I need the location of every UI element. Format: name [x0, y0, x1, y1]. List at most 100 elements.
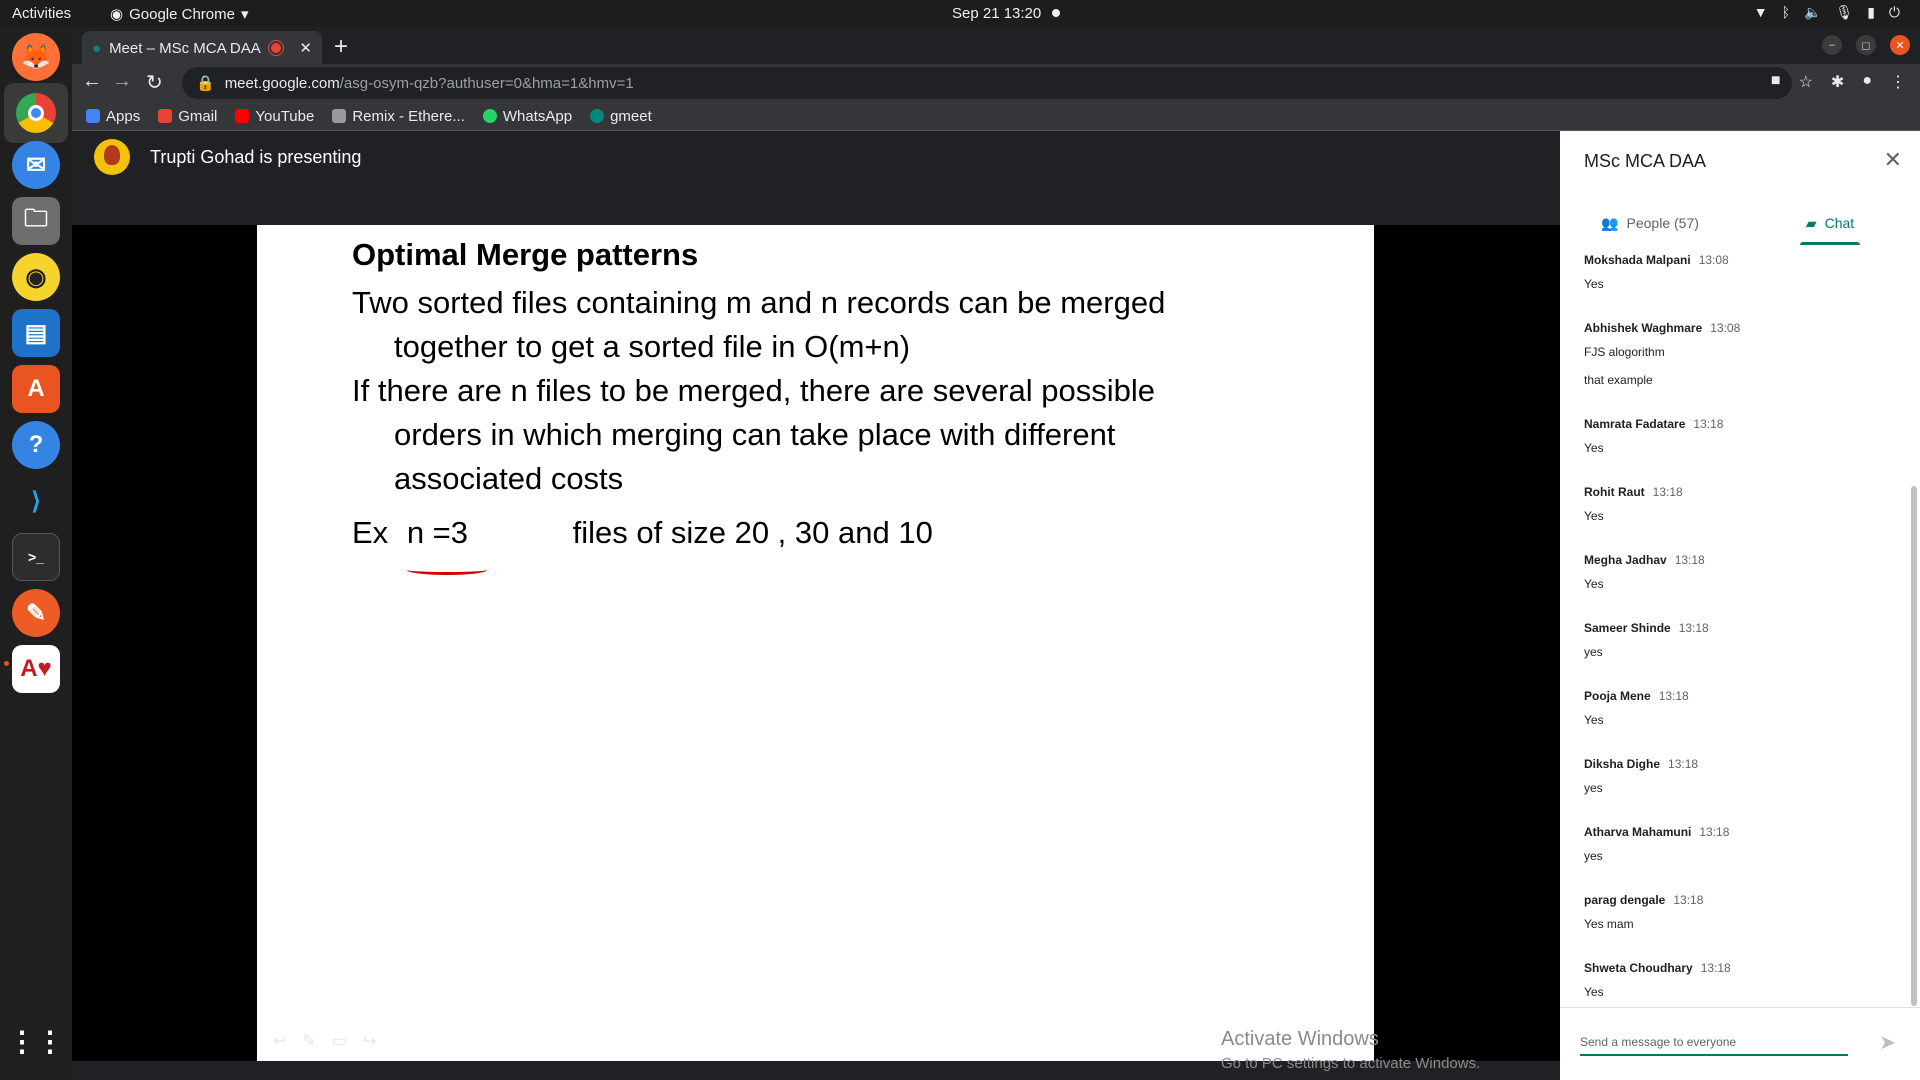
chrome-icon: ◉	[110, 6, 124, 23]
bookmark-gmail[interactable]: Gmail	[158, 108, 217, 125]
minimize-button[interactable]: –	[1822, 35, 1842, 55]
presenter-text: Trupti Gohad is presenting	[150, 146, 362, 167]
tab-title: Meet – MSc MCA DAA	[109, 39, 261, 57]
example-sizes: files of size 20 , 30 and 10	[572, 515, 933, 550]
app-name: Google Chrome	[129, 5, 235, 23]
help-icon[interactable]: ?	[12, 421, 60, 469]
menu-icon[interactable]: ⋮	[1890, 72, 1906, 92]
tab-meet[interactable]: ● Meet – MSc MCA DAA ✕	[82, 31, 322, 65]
slide-tools: ↩ ✎ ▭ ↪	[273, 1031, 376, 1051]
bookmark-youtube[interactable]: YouTube	[235, 108, 314, 125]
reload-button[interactable]: ↻	[146, 70, 163, 95]
slide-paragraph-2: If there are n files to be merged, there…	[352, 373, 1155, 496]
system-tray[interactable]: ▼ ᛒ 🔈 🎙 ▮ ⏻	[1754, 4, 1900, 21]
slide-title: Optimal Merge patterns	[352, 237, 699, 272]
profile-avatar[interactable]: ●	[1862, 72, 1872, 92]
chat-message: Rohit Raut 13:18 Yes	[1584, 485, 1683, 523]
close-window-button[interactable]: ✕	[1890, 35, 1910, 55]
url-host: meet.google.com	[224, 74, 340, 92]
tab-people[interactable]: 👥 People (57)	[1560, 201, 1740, 245]
chat-scrollbar[interactable]	[1911, 486, 1917, 1006]
files-icon[interactable]: 🗀	[12, 197, 60, 245]
wifi-icon: ▼	[1753, 4, 1768, 20]
undo-icon[interactable]: ↩	[273, 1031, 286, 1051]
browser-toolbar: ← → ↻ 🔒 meet.google.com/asg-osym-qzb?aut…	[72, 64, 1920, 102]
maximize-button[interactable]: ◻	[1856, 35, 1876, 55]
chat-messages[interactable]: Mokshada Malpani 13:08 Yes Abhishek Waghma…	[1584, 251, 1894, 1011]
bookmark-gmeet[interactable]: gmeet	[590, 108, 652, 125]
volume-icon: 🔈	[1803, 4, 1822, 20]
terminal-icon[interactable]: >_	[12, 533, 60, 581]
screen-icon[interactable]: ▭	[332, 1031, 347, 1051]
recording-icon	[271, 43, 282, 53]
pen-icon[interactable]: ✎	[302, 1031, 315, 1051]
remix-icon	[332, 109, 347, 123]
apps-grid-icon	[86, 109, 100, 123]
tab-chat[interactable]: ▰ Chat	[1740, 201, 1920, 245]
writer-icon[interactable]: ▤	[12, 309, 60, 357]
close-panel-icon[interactable]: ✕	[1884, 147, 1902, 173]
show-applications-icon[interactable]: ⋮⋮	[8, 1017, 64, 1065]
system-top-bar: Activities ◉ Google Chrome ▾ Sep 21 13:2…	[0, 0, 1920, 27]
redo-icon[interactable]: ↪	[363, 1031, 376, 1051]
window-controls: – ◻ ✕	[1822, 35, 1910, 55]
software-center-icon[interactable]: A	[12, 365, 60, 413]
chat-message: Atharva Mahamuni 13:18 yes	[1584, 825, 1730, 863]
rhythmbox-icon[interactable]: ◉	[12, 253, 60, 301]
notification-dot	[1052, 9, 1060, 17]
presentation-stage[interactable]: Optimal Merge patterns Two sorted files …	[72, 225, 1560, 1072]
chat-message: Sameer Shinde 13:18 yes	[1584, 621, 1709, 659]
chat-message: Megha Jadhav 13:18 Yes	[1584, 553, 1705, 591]
panel-title: MSc MCA DAA	[1584, 151, 1707, 171]
annotation-underline	[407, 565, 487, 575]
activities-button[interactable]: Activities	[12, 5, 71, 22]
slide-paragraph-1: Two sorted files containing m and n reco…	[352, 285, 1166, 364]
extensions-icon[interactable]: ✱	[1831, 72, 1844, 92]
url-path: /asg-osym-qzb?authuser=0&hma=1&hmv=1	[339, 74, 634, 92]
clock[interactable]: Sep 21 13:20	[952, 5, 1041, 22]
new-tab-button[interactable]: +	[334, 33, 348, 61]
chat-message: Mokshada Malpani 13:08 Yes	[1584, 253, 1729, 291]
chrome-dock-icon[interactable]	[4, 83, 68, 143]
bookmark-star-icon[interactable]: ☆	[1799, 72, 1813, 92]
bookmark-remix[interactable]: Remix - Ethere...	[332, 108, 465, 125]
bookmark-whatsapp[interactable]: WhatsApp	[482, 108, 572, 125]
thunderbird-icon[interactable]: ✉	[12, 141, 60, 189]
activate-windows-watermark: Activate Windows Go to PC settings to ac…	[1221, 1028, 1481, 1072]
panel-tabs: 👥 People (57) ▰ Chat	[1560, 201, 1920, 245]
postman-icon[interactable]: ✎	[12, 589, 60, 637]
toolbar-actions: ■ ☆ ✱ ● ⋮	[1771, 72, 1906, 92]
meet-favicon-icon: ●	[92, 39, 102, 57]
presenter-avatar	[94, 139, 130, 175]
close-tab-icon[interactable]: ✕	[299, 39, 312, 57]
bluetooth-icon: ᛒ	[1781, 4, 1790, 20]
vscode-icon[interactable]: ⟩	[12, 477, 60, 525]
chevron-down-icon: ▾	[240, 6, 249, 23]
forward-button[interactable]: →	[112, 70, 132, 93]
presenter-banner: Trupti Gohad is presenting	[94, 139, 361, 175]
youtube-icon	[235, 109, 250, 123]
whatsapp-icon	[482, 109, 497, 123]
dock: 🦊 ✉ 🗀 ◉ ▤ A ? ⟩ >_ ✎ A♥ ⋮⋮	[0, 27, 72, 1080]
chat-message: Pooja Mene 13:18 Yes	[1584, 689, 1689, 727]
example-n: n =3	[406, 515, 469, 550]
people-icon: 👥	[1601, 214, 1619, 231]
app-menu[interactable]: ◉ Google Chrome ▾	[110, 5, 249, 24]
send-icon[interactable]: ➤	[1879, 1030, 1896, 1055]
chat-message: Abhishek Waghmare 13:08 FJS alogorithm that…	[1584, 321, 1741, 387]
browser-window: ● Meet – MSc MCA DAA ✕ + – ◻ ✕ ← → ↻ 🔒 m…	[72, 27, 1920, 131]
cards-game-icon[interactable]: A♥	[12, 645, 60, 693]
microphone-icon: 🎙	[1835, 4, 1854, 20]
power-icon: ⏻	[1888, 4, 1900, 20]
firefox-icon[interactable]: 🦊	[12, 33, 60, 81]
presentation-slide: Optimal Merge patterns Two sorted files …	[257, 225, 1374, 1061]
bookmark-apps[interactable]: Apps	[86, 108, 140, 125]
bookmarks-bar: Apps Gmail YouTube Remix - Ethere... Wha…	[72, 102, 1920, 131]
address-bar[interactable]: 🔒 meet.google.com/asg-osym-qzb?authuser=…	[182, 67, 1792, 99]
gmeet-icon	[590, 109, 605, 123]
back-button[interactable]: ←	[82, 70, 102, 93]
chat-message-input[interactable]	[1580, 1030, 1848, 1056]
chat-message: Namrata Fadatare 13:18 Yes	[1584, 417, 1724, 455]
camera-icon[interactable]: ■	[1771, 72, 1781, 92]
chat-message: parag dengale 13:18 Yes mam	[1584, 893, 1704, 931]
